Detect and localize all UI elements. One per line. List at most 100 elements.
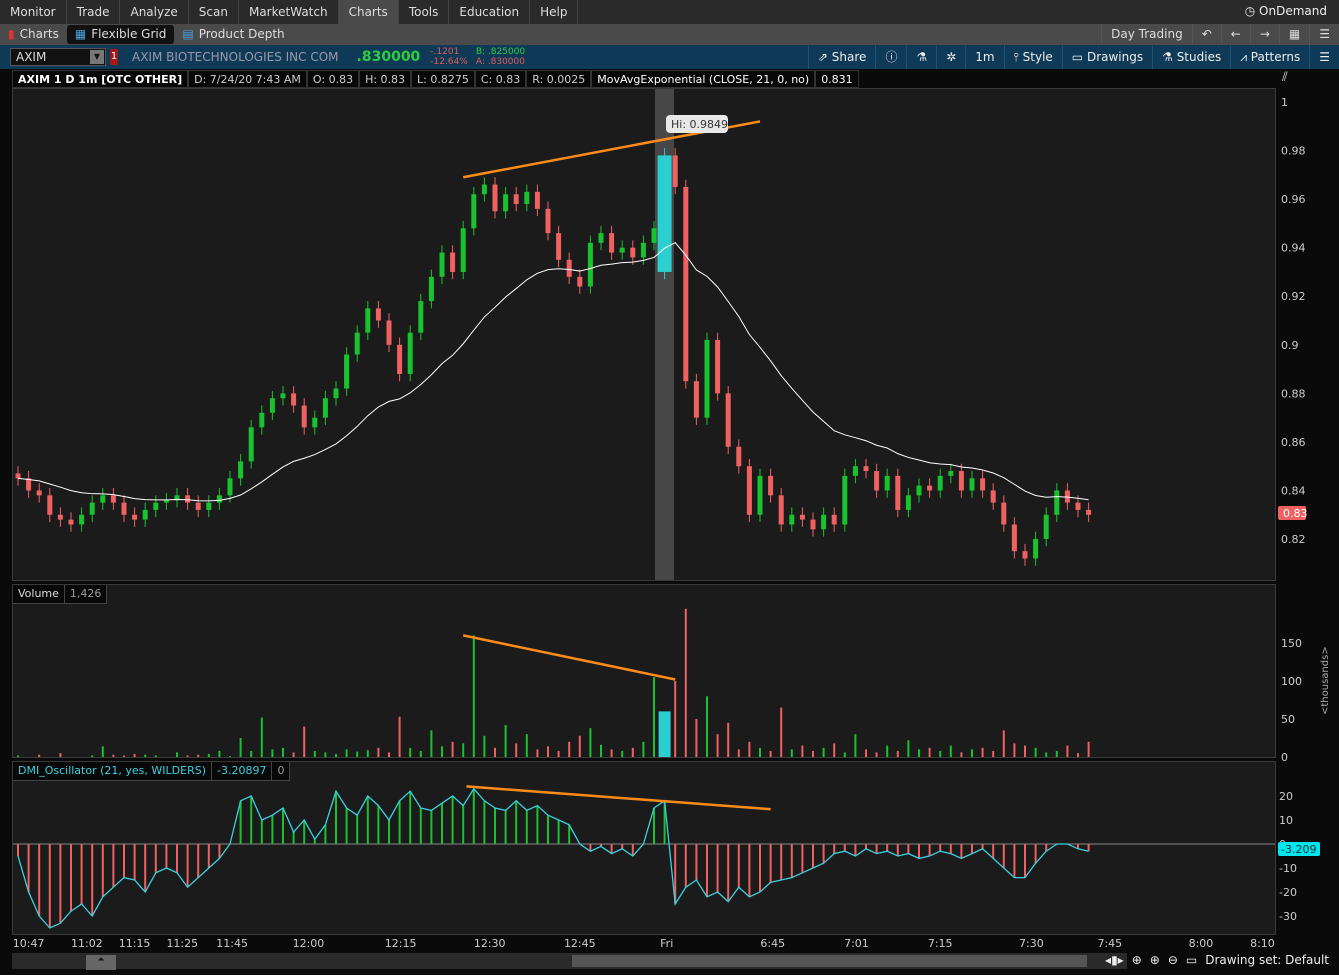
volume-bar: [441, 746, 443, 757]
candle-body: [799, 514, 805, 520]
candle-body: [672, 155, 678, 187]
candle-body: [450, 252, 456, 272]
drawing-set-label[interactable]: Drawing set: Default: [1205, 953, 1329, 967]
candle-body: [1001, 502, 1007, 525]
horizontal-scrollbar[interactable]: [12, 953, 1127, 969]
volume-bar: [960, 752, 963, 757]
volume-bar: [907, 740, 910, 757]
volume-bar: [896, 750, 899, 757]
volume-bar: [229, 756, 231, 757]
candle-body: [503, 194, 509, 212]
time-tick-label: 7:30: [1019, 937, 1044, 950]
price-tick-label: 0.9: [1281, 339, 1299, 352]
price-tick-label: 0.86: [1281, 436, 1306, 449]
chart-canvas: Hi: 0.9849 1 0.98 0.96 0.94 0.92 0.9 0.88 0.86 0.…: [13, 89, 1320, 950]
volume-bar: [260, 717, 263, 757]
volume-bar: [123, 755, 125, 757]
candle-body: [206, 502, 212, 510]
volume-bar: [186, 755, 189, 757]
candle-body: [248, 427, 254, 462]
volume-bar: [737, 749, 740, 757]
candle-body: [365, 308, 371, 333]
dmi-tick-label: -30: [1279, 910, 1297, 923]
candle-body: [842, 475, 848, 525]
candle-body: [153, 502, 159, 510]
candle-body: [757, 475, 763, 515]
zoom-in-icon[interactable]: ⊕: [1150, 953, 1160, 967]
volume-bar: [716, 734, 719, 757]
volume-bar: [1034, 747, 1037, 757]
candle-body: [312, 417, 318, 428]
time-tick-label: 12:15: [385, 937, 417, 950]
time-tick-label: 10:47: [13, 937, 45, 950]
volume-tick-label: 0: [1281, 751, 1288, 764]
candle-body: [79, 514, 85, 525]
candle-body: [216, 495, 222, 503]
candle-body: [715, 339, 721, 394]
candle-body: [821, 514, 827, 530]
candle-body: [948, 471, 954, 476]
candle-body: [927, 485, 933, 491]
volume-bar: [101, 746, 104, 757]
volume-bar: [578, 735, 581, 757]
zoom-out-icon[interactable]: ⊖: [1168, 953, 1178, 967]
volume-bar: [494, 747, 496, 757]
volume-bar: [1066, 745, 1069, 757]
candle-body: [1064, 490, 1070, 503]
volume-bar: [59, 753, 62, 757]
rectangle-icon[interactable]: ▭: [1186, 953, 1197, 967]
candle-body: [142, 509, 148, 520]
volume-bar: [631, 747, 634, 757]
volume-bar: [525, 734, 528, 757]
candle-body: [587, 242, 593, 287]
crosshair-icon[interactable]: ⊕: [1132, 953, 1142, 967]
candle-body: [852, 466, 858, 476]
volume-bar: [658, 711, 671, 757]
volume-bar: [282, 747, 284, 757]
current-price-label: 0.83: [1283, 507, 1308, 520]
volume-bar: [324, 752, 327, 757]
volume-bar: [748, 741, 751, 757]
candle-body: [831, 514, 837, 525]
volume-bar: [949, 745, 952, 757]
price-tick-label: 0.84: [1281, 484, 1306, 497]
volume-bar: [388, 752, 390, 757]
volume-bar: [600, 744, 602, 757]
volume-tick-label: 150: [1281, 637, 1302, 650]
volume-bar: [250, 750, 253, 757]
candle-body: [68, 519, 74, 525]
volume-bar: [886, 745, 889, 757]
candle-body: [778, 495, 784, 525]
candle-body: [619, 247, 625, 253]
price-tick-label: 1: [1281, 96, 1288, 109]
time-tick-label: 12:45: [564, 937, 596, 950]
candle-body: [693, 381, 699, 418]
volume-bar: [854, 734, 857, 757]
candle-body: [57, 514, 63, 520]
candle-body: [418, 301, 424, 333]
volume-bar: [918, 749, 920, 757]
dmi-tick-label: -20: [1279, 886, 1297, 899]
candle-body: [534, 191, 540, 209]
volume-bar: [822, 747, 825, 757]
candle-body: [100, 495, 106, 503]
candle-body: [121, 502, 127, 515]
candle-body: [481, 184, 487, 195]
volume-tick-label: 100: [1281, 675, 1302, 688]
candle-body: [736, 446, 742, 467]
candle-body: [746, 466, 752, 515]
time-tick-label: 12:00: [293, 937, 325, 950]
volume-bar: [801, 745, 804, 757]
volume-tick-label: 50: [1281, 713, 1295, 726]
price-tick-label: 0.96: [1281, 193, 1306, 206]
candle-body: [428, 276, 434, 302]
volume-bar: [292, 752, 295, 757]
candle-body: [460, 228, 466, 272]
volume-bar: [91, 755, 94, 757]
scroll-home-button[interactable]: ⏶: [86, 955, 116, 970]
dmi-tick-label: -10: [1279, 862, 1297, 875]
expand-icon[interactable]: ◂▮▸: [1105, 953, 1124, 967]
candle-body: [259, 412, 265, 428]
candle-body: [704, 339, 710, 418]
scrollbar-thumb[interactable]: [572, 955, 1087, 967]
